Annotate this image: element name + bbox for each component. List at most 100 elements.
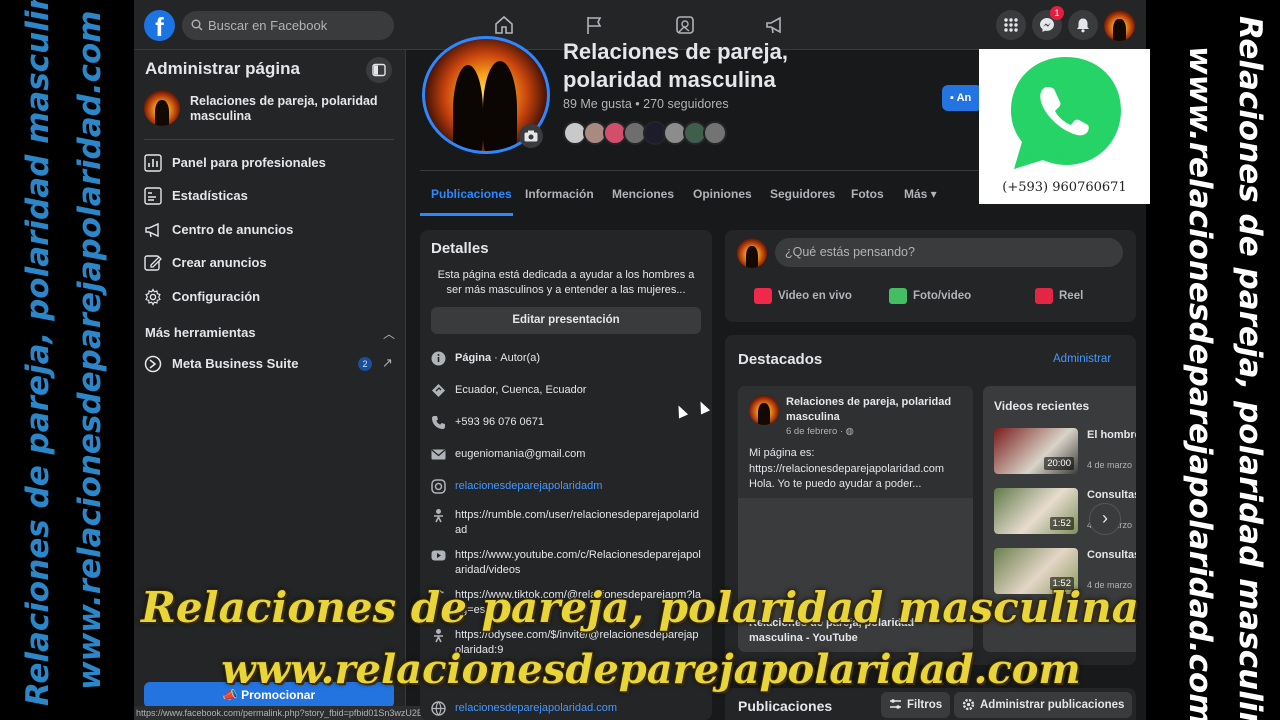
sidebar-item-ad-center[interactable]: Centro de anuncios	[144, 216, 394, 244]
filters-label: Filtros	[907, 699, 943, 711]
caption-title: Relaciones de pareja, polaridad masculin…	[141, 583, 1139, 632]
video-date: 4 de marzo	[1087, 460, 1133, 470]
photo-video-label: Foto/video	[913, 290, 972, 302]
globe-icon: ◍	[845, 426, 854, 437]
video-duration: 20:00	[1044, 457, 1074, 470]
sidebar-title: Administrar página	[145, 59, 300, 78]
instagram-icon	[431, 479, 446, 494]
video-title[interactable]: El hombre vino con	[1087, 428, 1136, 443]
video-title[interactable]: Consultas de la cie	[1087, 488, 1136, 503]
active-tab-indicator	[420, 213, 513, 216]
featured-title: Destacados	[738, 351, 823, 368]
phone-icon	[432, 416, 445, 429]
detail-email-value: eugeniomania@gmail.com	[455, 448, 586, 460]
link-icon	[434, 509, 443, 523]
external-link-icon[interactable]: ↗	[382, 355, 393, 371]
youtube-icon	[431, 550, 446, 561]
page-title: Relaciones de pareja, polaridad masculin…	[563, 39, 788, 92]
sidebar-item-label: Panel para profesionales	[172, 155, 326, 170]
detail-category: Página · Autor(a)	[431, 351, 701, 366]
posts-title: Publicaciones	[738, 698, 833, 714]
advertise-button[interactable]: ▪ An	[942, 85, 982, 111]
detail-website[interactable]: relacionesdeparejapolaridad.com	[431, 701, 701, 716]
gear-icon	[962, 698, 975, 711]
chevron-up-icon[interactable]: ︿	[383, 325, 395, 342]
sidebar-item-label: Estadísticas	[172, 188, 248, 203]
detail-location: Ecuador, Cuenca, Ecuador	[431, 383, 701, 398]
tab-more[interactable]: Más ▾	[904, 187, 937, 201]
sidebar-page-switcher[interactable]: Relaciones de pareja, polaridad masculin…	[144, 90, 394, 130]
detail-youtube-value: https://www.youtube.com/c/Relacionesdepa…	[455, 549, 701, 576]
detail-phone[interactable]: +593 96 076 0671	[431, 415, 701, 430]
sidebar-item-label: Meta Business Suite	[172, 356, 299, 371]
detail-phone-value: +593 96 076 0671	[455, 416, 545, 428]
search-input[interactable]: Buscar en Facebook	[182, 11, 394, 40]
video-title[interactable]: Consultas que nece	[1087, 548, 1136, 563]
reel-button[interactable]: Reel	[1035, 288, 1084, 304]
dashboard-icon	[144, 154, 162, 172]
sidebar-page-name: Relaciones de pareja, polaridad masculin…	[190, 94, 378, 123]
detail-email[interactable]: eugeniomania@gmail.com	[431, 447, 701, 462]
composer-avatar	[737, 238, 767, 268]
insights-icon	[144, 187, 162, 205]
live-video-button[interactable]: Video en vivo	[754, 288, 852, 304]
post-author[interactable]: Relaciones de pareja, polaridad masculin…	[786, 395, 966, 425]
tab-photos[interactable]: Fotos	[851, 187, 884, 201]
sidebar-item-professional-dashboard[interactable]: Panel para profesionales	[144, 149, 394, 177]
page-stats[interactable]: 89 Me gusta • 270 seguidores	[563, 97, 729, 111]
notifications-button[interactable]	[1068, 10, 1098, 40]
reel-label: Reel	[1059, 290, 1084, 302]
sidebar-item-settings[interactable]: Configuración	[144, 283, 394, 311]
detail-instagram[interactable]: relacionesdeparejapolaridadm	[431, 479, 701, 494]
menu-button[interactable]	[996, 10, 1026, 40]
caption-url: www.relacionesdeparejapolaridad.com	[221, 646, 1081, 693]
tab-followers[interactable]: Seguidores	[770, 187, 835, 201]
change-photo-button[interactable]	[519, 124, 543, 148]
manage-posts-label: Administrar publicaciones	[980, 699, 1125, 711]
whatsapp-overlay: (+593) 960760671	[979, 49, 1150, 204]
whatsapp-icon	[1011, 57, 1121, 169]
details-title: Detalles	[431, 240, 489, 257]
megaphone-icon[interactable]	[764, 14, 786, 36]
detail-category-label: Página	[455, 352, 492, 364]
chevron-right-icon[interactable]: ›	[1089, 503, 1121, 535]
grid-menu-icon	[1004, 18, 1018, 32]
post-avatar	[749, 395, 779, 425]
detail-rumble[interactable]: https://rumble.com/user/relacionesdepare…	[431, 508, 701, 538]
sidebar-toggle-button[interactable]	[366, 57, 392, 83]
photo-video-button[interactable]: Foto/video	[889, 288, 972, 304]
whatsapp-phone: (+593) 960760671	[1002, 180, 1127, 195]
screen: Relaciones de pareja, polaridad masculin…	[0, 0, 1280, 720]
edit-icon	[144, 255, 162, 271]
sidebar-item-meta-business-suite[interactable]: Meta Business Suite	[144, 350, 394, 378]
manage-featured-link[interactable]: Administrar	[1053, 353, 1111, 365]
divider	[144, 139, 394, 140]
tab-reviews[interactable]: Opiniones	[693, 187, 752, 201]
tab-posts[interactable]: Publicaciones	[431, 187, 512, 201]
edit-intro-button[interactable]: Editar presentación	[431, 307, 701, 334]
sidebar-item-create-ads[interactable]: Crear anuncios	[144, 249, 394, 277]
page-avatar	[144, 90, 180, 126]
facebook-logo[interactable]: f	[144, 10, 175, 41]
mail-icon	[431, 449, 446, 460]
info-icon	[431, 351, 446, 366]
follower-avatars[interactable]	[563, 121, 743, 145]
tab-mentions[interactable]: Menciones	[612, 187, 674, 201]
home-icon[interactable]	[493, 14, 515, 36]
reel-icon	[1035, 288, 1053, 304]
sidebar-item-label: Centro de anuncios	[172, 222, 294, 237]
tab-about[interactable]: Información	[525, 187, 594, 201]
account-avatar[interactable]	[1104, 10, 1135, 41]
live-video-label: Video en vivo	[778, 290, 852, 302]
composer-input[interactable]: ¿Qué estás pensando?	[775, 238, 1123, 267]
video-thumbnail[interactable]: 20:00	[994, 428, 1078, 474]
location-icon	[432, 384, 445, 397]
post-date-text: 6 de febrero ·	[786, 426, 846, 437]
manage-posts-button[interactable]: Administrar publicaciones	[954, 692, 1133, 718]
flag-icon[interactable]	[583, 14, 605, 36]
sidebar-item-insights[interactable]: Estadísticas	[144, 182, 394, 210]
filters-button[interactable]: Filtros	[881, 692, 951, 718]
video-thumbnail[interactable]: 1:52	[994, 488, 1078, 534]
detail-youtube[interactable]: https://www.youtube.com/c/Relacionesdepa…	[431, 548, 701, 578]
ads-manager-icon[interactable]	[674, 14, 696, 36]
